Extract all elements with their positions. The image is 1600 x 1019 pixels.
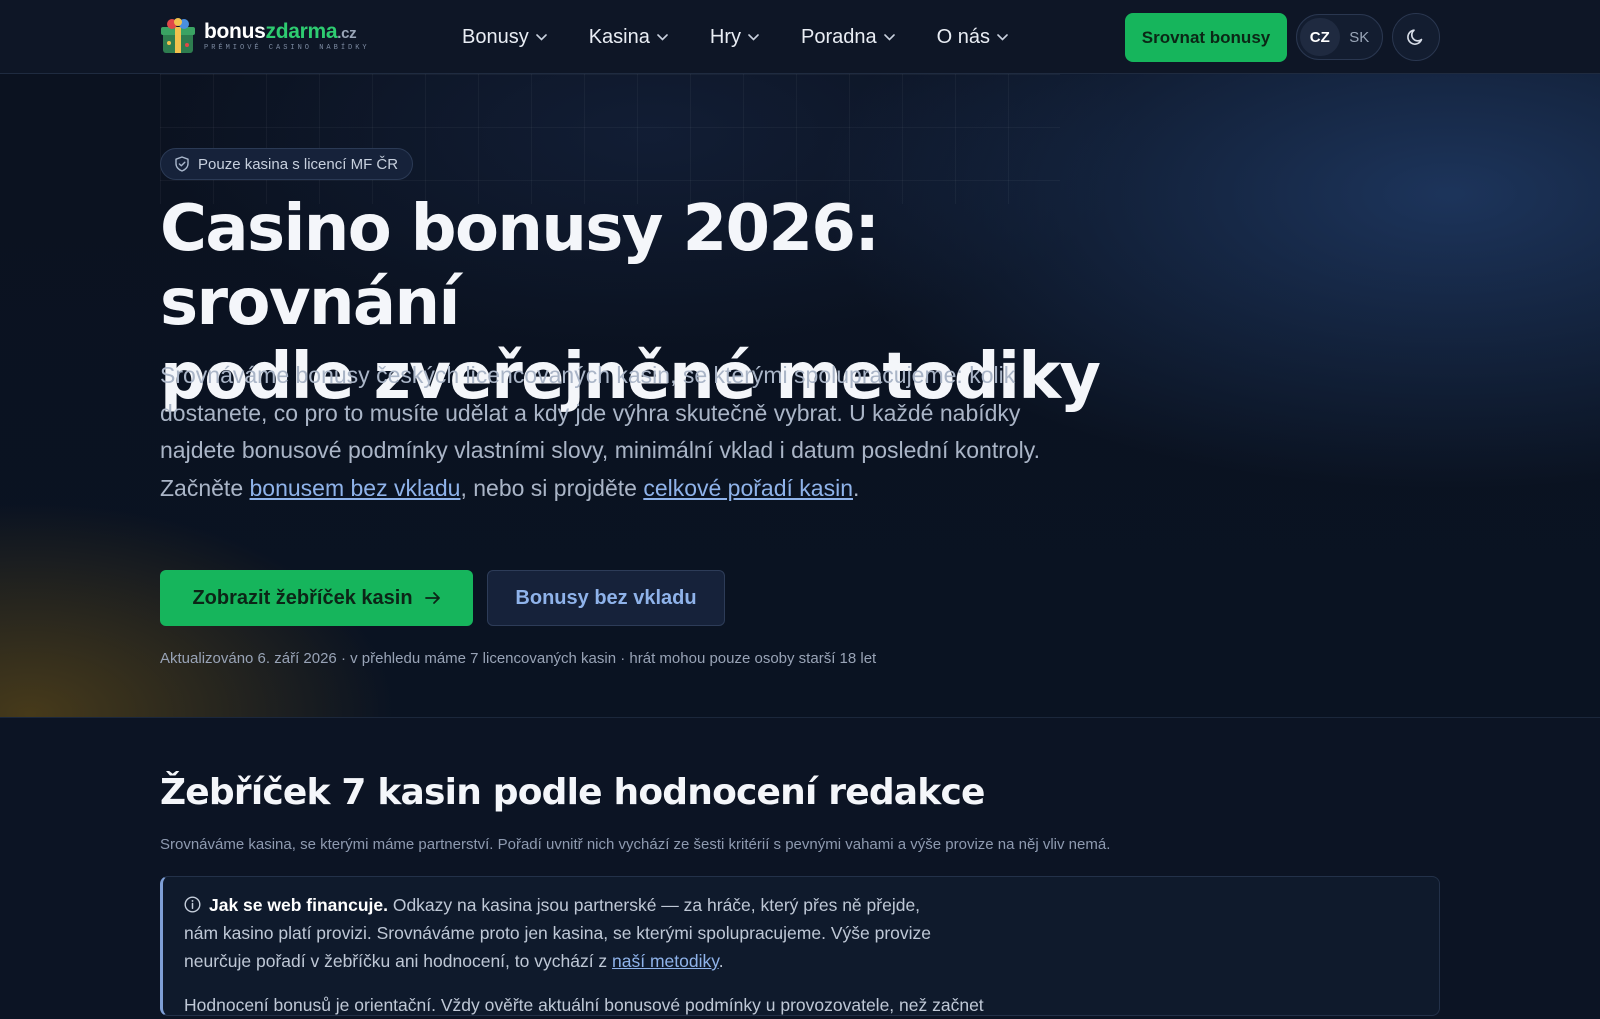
chevron-down-icon <box>748 33 759 41</box>
info-icon <box>184 896 201 913</box>
lang-cz-option[interactable]: CZ <box>1300 18 1340 56</box>
nav-item-poradna[interactable]: Poradna <box>801 26 895 49</box>
shield-check-icon <box>175 156 189 172</box>
nav-item-hry[interactable]: Hry <box>710 26 759 49</box>
nav-item-label: Bonusy <box>462 25 529 48</box>
lang-sk-option[interactable]: SK <box>1340 18 1380 56</box>
nav-item-label: O nás <box>936 25 990 48</box>
logo-word-tld: .cz <box>337 24 357 42</box>
disclosure-heading: Jak se web financuje. <box>209 895 388 915</box>
language-switch: CZ SK <box>1296 14 1383 60</box>
nav-item-o-nas[interactable]: O nás <box>937 26 1008 49</box>
logo-tagline: PRÉMIOVÉ CASINO NABÍDKY <box>204 43 370 52</box>
gift-logo-icon <box>161 18 195 53</box>
main-nav: Bonusy Kasina Hry Poradna O nás <box>462 0 1008 74</box>
chevron-down-icon <box>883 33 895 41</box>
hero-section: Pouze kasina s licencí MF ČR Casino bonu… <box>0 74 1600 718</box>
disclosure-end: . <box>718 951 724 971</box>
logo-word-bonus: bonus <box>204 19 266 43</box>
hero-lead-text-2: , nebo si projděte <box>460 474 644 501</box>
nav-item-kasina[interactable]: Kasina <box>589 26 668 49</box>
no-deposit-bonus-link[interactable]: bonusem bez vkladu <box>250 475 461 501</box>
nav-item-label: Kasina <box>588 25 650 48</box>
logo-word-zdarma: zdarma <box>265 19 338 43</box>
site-logo[interactable]: bonuszdarma.cz PRÉMIOVÉ CASINO NABÍDKY <box>160 16 370 56</box>
disclosure-next-line: Hodnocení bonusů je orientační. Vždy ově… <box>184 995 984 1015</box>
page-title-line-1: Casino bonusy 2026: srovnání <box>160 192 880 340</box>
disclosure-text: Jak se web financuje. Odkazy na kasina j… <box>184 891 944 975</box>
hero-grid-decoration <box>160 74 1060 204</box>
methodology-link[interactable]: naší metodiky <box>612 951 719 971</box>
no-deposit-bonuses-button[interactable]: Bonusy bez vkladu <box>487 570 725 626</box>
chevron-down-icon <box>657 33 668 41</box>
moon-icon <box>1407 29 1423 45</box>
nav-item-bonusy[interactable]: Bonusy <box>462 26 547 49</box>
arrow-right-icon <box>424 592 440 604</box>
compare-bonuses-button[interactable]: Srovnat bonusy <box>1125 13 1287 62</box>
license-badge-label: Pouze kasina s licencí MF ČR <box>198 155 399 173</box>
show-ranking-label: Zobrazit žebříček kasin <box>192 586 413 609</box>
logo-wordmark: bonuszdarma.cz <box>204 21 370 42</box>
nav-item-label: Poradna <box>800 25 877 48</box>
chevron-down-icon <box>997 33 1008 41</box>
ranking-title: Žebříček 7 kasin podle hodnocení redakce <box>160 772 985 813</box>
ranking-subtitle: Srovnáváme kasina, se kterými máme partn… <box>160 836 1111 853</box>
nav-item-label: Hry <box>709 25 741 48</box>
hero-lead-paragraph: Srovnáváme bonusy českých licencovaných … <box>160 357 1060 507</box>
show-ranking-button[interactable]: Zobrazit žebříček kasin <box>160 570 473 626</box>
hero-lead-text-3: . <box>853 474 860 501</box>
overall-ranking-link[interactable]: celkové pořadí kasin <box>643 475 853 501</box>
chevron-down-icon <box>535 33 547 41</box>
hero-meta-info: Aktualizováno 6. září 2026 · v přehledu … <box>160 650 877 667</box>
license-badge: Pouze kasina s licencí MF ČR <box>160 148 414 180</box>
financing-disclosure-box: Jak se web financuje. Odkazy na kasina j… <box>160 876 1440 1016</box>
theme-toggle-button[interactable] <box>1392 13 1440 61</box>
site-header: bonuszdarma.cz PRÉMIOVÉ CASINO NABÍDKY B… <box>0 0 1600 74</box>
